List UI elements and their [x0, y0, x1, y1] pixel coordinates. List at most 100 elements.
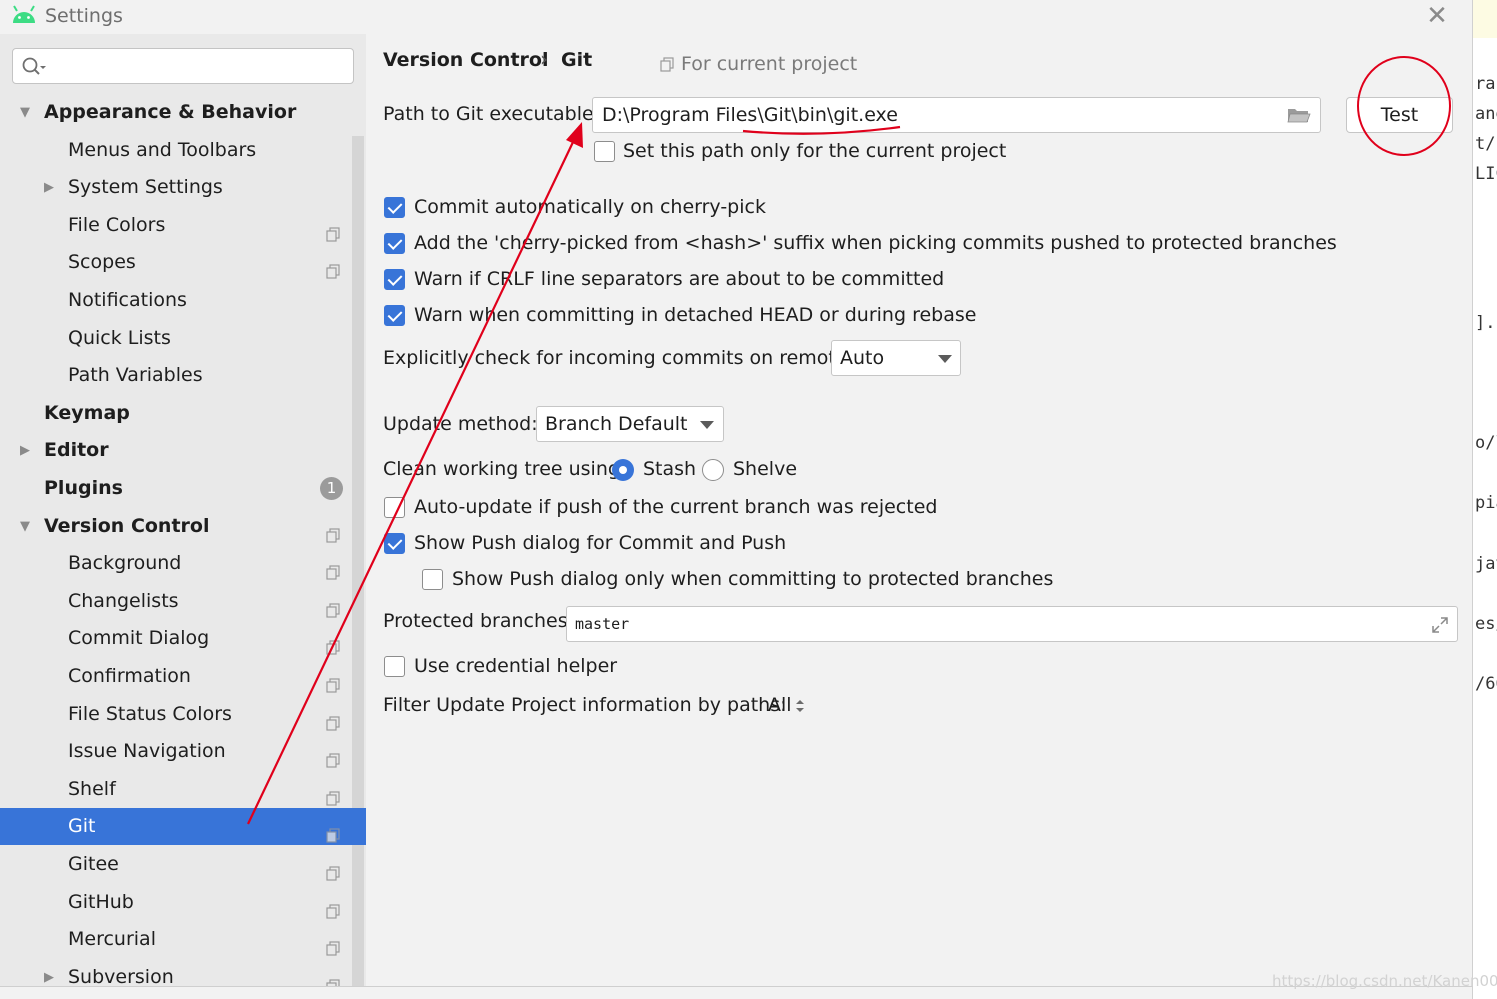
sidebar-item-system-settings[interactable]: ▶ System Settings: [0, 169, 366, 206]
sidebar-item-quick-lists[interactable]: Quick Lists: [0, 320, 366, 357]
scope-label: For current project: [681, 53, 858, 75]
project-scope-icon: [326, 970, 341, 994]
current-project-only-checkbox[interactable]: [594, 141, 615, 162]
sidebar-item-mercurial[interactable]: Mercurial: [0, 921, 366, 958]
current-project-only-label: Set this path only for the current proje…: [623, 140, 1007, 162]
editor-text-fragment: ].: [1475, 313, 1496, 333]
sidebar-item-label: Keymap: [44, 401, 130, 424]
sidebar-item-label: Gitee: [68, 853, 119, 875]
incoming-check-dropdown[interactable]: Auto: [831, 340, 961, 376]
collapsed-arrow-icon[interactable]: ▶: [44, 169, 58, 206]
sidebar-item-github[interactable]: GitHub: [0, 884, 366, 921]
filter-paths-label: Filter Update Project information by pat…: [383, 694, 787, 716]
editor-text-fragment: /66: [1475, 674, 1497, 694]
option-checkbox[interactable]: [384, 269, 405, 290]
show-push-checkbox[interactable]: [384, 533, 405, 554]
project-scope-icon: [326, 255, 341, 279]
sidebar-item-confirmation[interactable]: Confirmation: [0, 658, 366, 695]
sidebar-item-label: Editor: [44, 439, 109, 462]
editor-text-fragment: rar: [1475, 74, 1497, 94]
breadcrumb-parent[interactable]: Version Control: [383, 49, 548, 71]
show-push-protected-label: Show Push dialog only when committing to…: [452, 568, 1054, 590]
sidebar-item-appearance-behavior[interactable]: ▼ Appearance & Behavior: [0, 94, 366, 131]
sidebar-item-label: Quick Lists: [68, 326, 171, 349]
sidebar-item-label: GitHub: [68, 890, 134, 913]
update-method-value: Branch Default: [545, 413, 688, 435]
editor-text-fragment: o/l: [1475, 433, 1497, 453]
window-title: Settings: [45, 5, 123, 27]
settings-sidebar: ▼ Appearance & Behavior Menus and Toolbars…: [0, 34, 366, 994]
project-scope-icon: [326, 782, 341, 806]
protected-branches-field[interactable]: master: [566, 606, 1458, 642]
option-checkbox[interactable]: [384, 305, 405, 326]
sidebar-item-label: Scopes: [68, 251, 136, 274]
sidebar-item-background[interactable]: Background: [0, 545, 366, 582]
background-editor-strip: rar and t/r LIC]. o/l pia jav es/ /66: [1472, 0, 1497, 999]
incoming-check-label: Explicitly check for incoming commits on…: [383, 347, 864, 369]
android-icon: [13, 5, 35, 23]
editor-text-fragment: jav: [1475, 554, 1497, 574]
chevron-down-icon: [938, 355, 952, 363]
watermark: https://blog.csdn.net/Kanen001: [1272, 972, 1497, 990]
editor-highlight: [1473, 0, 1497, 38]
sidebar-item-label: File Colors: [68, 213, 166, 236]
sidebar-item-keymap[interactable]: Keymap: [0, 395, 366, 432]
collapsed-arrow-icon[interactable]: ▶: [20, 432, 34, 469]
sidebar-item-label: Git: [68, 815, 96, 838]
sidebar-item-plugins[interactable]: Plugins 1: [0, 470, 366, 507]
sidebar-item-issue-navigation[interactable]: Issue Navigation: [0, 733, 366, 770]
update-method-label: Update method:: [383, 413, 538, 435]
sidebar-item-label: Confirmation: [68, 665, 191, 687]
sidebar-item-menus-and-toolbars[interactable]: Menus and Toolbars: [0, 132, 366, 169]
sidebar-item-label: Notifications: [68, 289, 187, 311]
shelve-label: Shelve: [733, 458, 798, 480]
sidebar-item-editor[interactable]: ▶ Editor: [0, 432, 366, 469]
sidebar-item-file-colors[interactable]: File Colors: [0, 207, 366, 244]
stash-label: Stash: [643, 458, 697, 480]
sidebar-item-shelf[interactable]: Shelf: [0, 771, 366, 808]
project-scope-icon: [326, 669, 341, 693]
update-method-dropdown[interactable]: Branch Default: [536, 406, 724, 442]
filter-paths-selector[interactable]: All: [768, 694, 792, 716]
git-settings-panel: Version Control › Git For current projec…: [366, 34, 1472, 986]
sidebar-item-label: Shelf: [68, 777, 116, 800]
shelve-radio[interactable]: [702, 459, 724, 481]
sidebar-item-notifications[interactable]: Notifications: [0, 282, 366, 319]
folder-icon[interactable]: [1287, 106, 1311, 125]
protected-branches-value: master: [575, 615, 630, 633]
option-checkbox[interactable]: [384, 197, 405, 218]
sidebar-item-git[interactable]: Git: [0, 808, 366, 846]
option-checkbox[interactable]: [384, 233, 405, 254]
close-icon[interactable]: ✕: [1424, 3, 1450, 29]
auto-update-checkbox[interactable]: [384, 497, 405, 518]
credential-helper-checkbox[interactable]: [384, 656, 405, 677]
project-scope-icon: [326, 707, 341, 731]
sidebar-item-commit-dialog[interactable]: Commit Dialog: [0, 620, 366, 657]
project-scope-icon: [326, 857, 341, 881]
git-path-field[interactable]: D:\Program Files\Git\bin\git.exe: [592, 97, 1321, 133]
sidebar-item-label: Version Control: [44, 514, 210, 537]
sidebar-item-label: Background: [68, 552, 182, 575]
sidebar-item-gitee[interactable]: Gitee: [0, 846, 366, 883]
breadcrumb-current: Git: [561, 49, 593, 71]
test-button[interactable]: Test: [1346, 97, 1453, 133]
expand-icon[interactable]: [1431, 616, 1449, 634]
sidebar-item-version-control[interactable]: ▼ Version Control: [0, 508, 366, 545]
show-push-protected-checkbox[interactable]: [422, 569, 443, 590]
expanded-arrow-icon[interactable]: ▼: [20, 94, 34, 131]
search-input[interactable]: [12, 48, 354, 84]
expanded-arrow-icon[interactable]: ▼: [20, 508, 34, 545]
updown-icon[interactable]: [795, 698, 805, 714]
sidebar-item-label: Commit Dialog: [68, 627, 210, 650]
sidebar-item-path-variables[interactable]: Path Variables: [0, 357, 366, 394]
project-scope-icon: [326, 556, 341, 580]
sidebar-item-file-status-colors[interactable]: File Status Colors: [0, 696, 366, 733]
sidebar-item-scopes[interactable]: Scopes: [0, 244, 366, 281]
editor-text-fragment: pia: [1475, 493, 1497, 513]
project-scope-icon: [326, 631, 341, 655]
sidebar-item-changelists[interactable]: Changelists: [0, 583, 366, 620]
sidebar-item-label: Appearance & Behavior: [44, 101, 297, 123]
stash-radio[interactable]: [612, 459, 634, 481]
title-bar: Settings ✕: [0, 0, 1472, 34]
clean-tree-label: Clean working tree using:: [383, 458, 627, 480]
